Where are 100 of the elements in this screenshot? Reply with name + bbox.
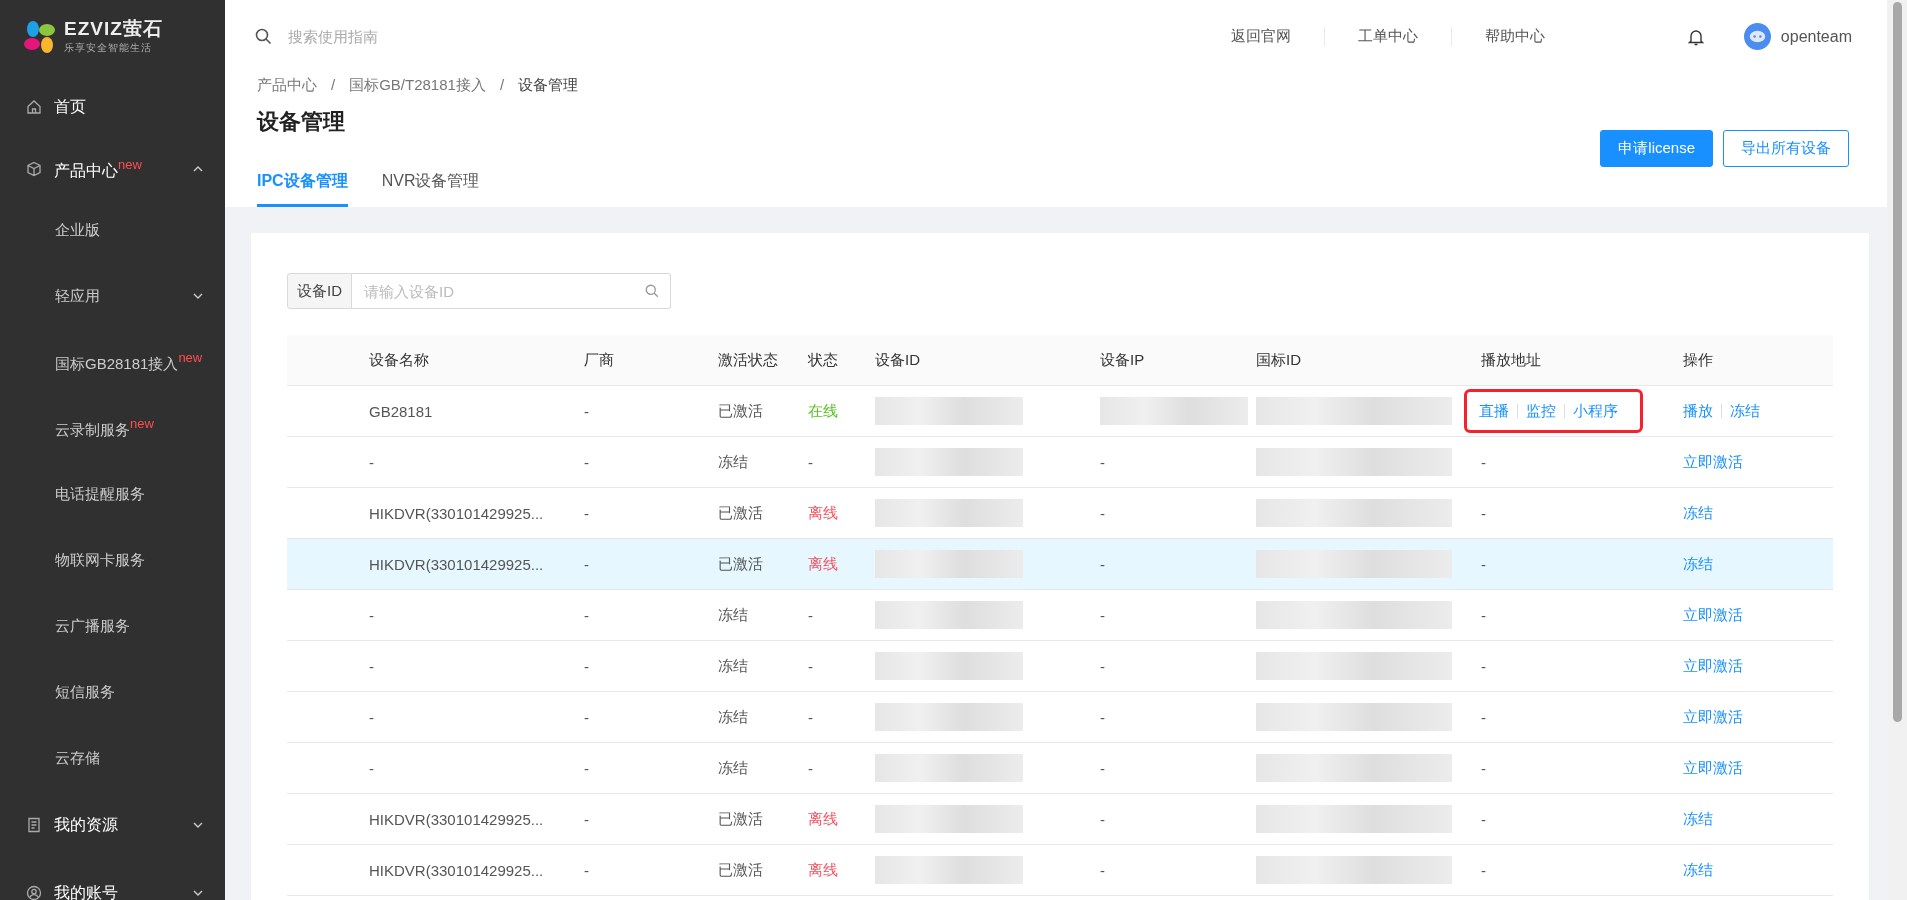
sidebar-subitem[interactable]: 轻应用 (0, 263, 225, 329)
table-row[interactable]: - - 冻结 - - - 立即激活 (287, 437, 1833, 488)
header-link[interactable]: 工单中心 (1323, 27, 1451, 46)
table-cell-text: 已激活 (718, 860, 764, 880)
table-row[interactable]: - - 冻结 - - - 立即激活 (287, 590, 1833, 641)
table-row[interactable]: - - 冻结 - - - 立即激活 (287, 692, 1833, 743)
table-cell-text: - (584, 555, 590, 573)
table-cell-text: - (369, 759, 375, 777)
table-cell: - (1481, 708, 1486, 726)
table-cell: - (1100, 759, 1105, 777)
sidebar-item[interactable]: 首页 (0, 73, 225, 141)
column-header: 播放地址 (1481, 350, 1542, 370)
status-text: - (808, 453, 814, 471)
sidebar-subitem[interactable]: 云广播服务 (0, 593, 225, 659)
table-cell-text: 已激活 (718, 809, 764, 829)
bell-icon[interactable] (1687, 27, 1704, 46)
username[interactable]: openteam (1780, 27, 1852, 46)
breadcrumb-separator: / (331, 76, 336, 95)
table-cell-text: 冻结 (718, 452, 749, 472)
table-cell: - (1100, 810, 1105, 828)
sidebar-subitem[interactable]: 短信服务 (0, 659, 225, 725)
sidebar-item[interactable]: 产品中心$^{new}$ (0, 141, 225, 197)
table-row[interactable]: HIKDVR(330101429925... - 已激活 离线 - - 冻结 (287, 845, 1833, 896)
status-text: - (808, 708, 814, 726)
table-cell: - (1100, 555, 1105, 573)
page-title: 设备管理 (257, 108, 345, 136)
table-cell-text: 冻结 (718, 758, 749, 778)
logo-wordmark: EZVIZ萤石 (64, 18, 163, 38)
status-text: 在线 (808, 401, 839, 421)
cube-icon (26, 161, 42, 177)
table-cell-text: GB28181 (369, 402, 434, 420)
column-header: 激活状态 (718, 350, 779, 370)
table-cell: - (1481, 453, 1486, 471)
header-link[interactable]: 帮助中心 (1450, 27, 1578, 46)
breadcrumb-separator: / (499, 76, 505, 95)
column-header: 设备IP (1100, 350, 1146, 370)
status-text: 离线 (808, 860, 839, 880)
tab[interactable]: NVR设备管理 (381, 171, 480, 207)
table-cell-text: HIKDVR(330101429925... (369, 504, 545, 522)
table-cell-text: 冻结 (718, 656, 749, 676)
document-icon (26, 817, 42, 833)
sidebar-subitem[interactable]: 云存储 (0, 725, 225, 791)
table-row[interactable]: HIKDVR(330101429925... - 已激活 离线 - - 冻结 (287, 794, 1833, 845)
sidebar-subitem[interactable]: 物联网卡服务 (0, 527, 225, 593)
header-link[interactable]: 返回官网 (1197, 27, 1324, 46)
table-cell-text: HIKDVR(330101429925... (369, 810, 545, 828)
table-cell: - (1100, 708, 1105, 726)
column-header: 状态 (808, 350, 839, 370)
column-header: 国标ID (1256, 350, 1302, 370)
sidebar-item[interactable]: 我的资源 (0, 791, 225, 859)
table-cell-text: - (584, 708, 590, 726)
avatar-icon[interactable] (1743, 23, 1771, 50)
search-icon[interactable] (645, 284, 659, 298)
sidebar-subitem[interactable]: 云录制服务$^{new}$ (0, 395, 225, 461)
table-cell-text: - (584, 606, 590, 624)
table-cell-text: - (584, 504, 590, 522)
column-header: 设备名称 (369, 350, 430, 370)
table-cell-text: 已激活 (718, 554, 764, 574)
table-cell-text: - (369, 708, 375, 726)
table-cell-text: - (584, 453, 590, 471)
table-cell-text: 已激活 (718, 503, 764, 523)
column-header: 操作 (1683, 350, 1714, 370)
table-cell-text: - (584, 810, 590, 828)
table-cell: - (1481, 861, 1486, 879)
scrollbar-thumb[interactable] (1892, 2, 1902, 722)
status-text: 离线 (808, 554, 839, 574)
table-cell-text: - (584, 759, 590, 777)
breadcrumb-item[interactable]: 国标GB/T28181接入 (349, 76, 486, 95)
table-cell-text: 冻结 (718, 605, 749, 625)
sidebar-subitem[interactable]: 电话提醒服务 (0, 461, 225, 527)
search-field[interactable]: 搜索使用指南 (286, 27, 590, 46)
table-cell-text: - (369, 606, 375, 624)
table-cell-text: HIKDVR(330101429925... (369, 555, 545, 573)
table-cell: - (1481, 555, 1486, 573)
table-cell-text: - (584, 402, 590, 420)
table-cell-text: - (584, 657, 590, 675)
sidebar-item[interactable]: 我的账号 (0, 859, 225, 900)
status-text: - (808, 606, 814, 624)
table-cell-text: HIKDVR(330101429925... (369, 861, 545, 879)
logo-slogan: 乐享安全智能生活 (64, 40, 153, 55)
table-cell: - (1481, 759, 1486, 777)
table-cell-text: 已激活 (718, 401, 764, 421)
status-text: 离线 (808, 809, 839, 829)
sidebar-subitem[interactable]: 企业版 (0, 197, 225, 263)
table-row[interactable]: HIKDVR(330101429925... - 已激活 离线 - - 冻结 (287, 539, 1833, 590)
field-label: 设备ID (287, 273, 352, 309)
table-cell: - (1100, 453, 1105, 471)
table-cell: - (1481, 810, 1486, 828)
column-header: 设备ID (875, 350, 921, 370)
table-cell: - (1100, 504, 1105, 522)
search-icon (255, 28, 272, 45)
table-row[interactable]: - - 冻结 - - - 立即激活 (287, 743, 1833, 794)
home-icon (26, 99, 42, 115)
column-header: 厂商 (584, 350, 615, 370)
table-row[interactable]: - - 冻结 - - - 立即激活 (287, 641, 1833, 692)
user-icon (26, 885, 42, 900)
sidebar-subitem[interactable]: 国标GB28181接入$^{new}$ (0, 329, 225, 395)
logo-icon (22, 18, 58, 55)
breadcrumb-item[interactable]: 产品中心 (257, 76, 317, 95)
device-id-field[interactable]: 请输入设备ID (352, 273, 671, 309)
